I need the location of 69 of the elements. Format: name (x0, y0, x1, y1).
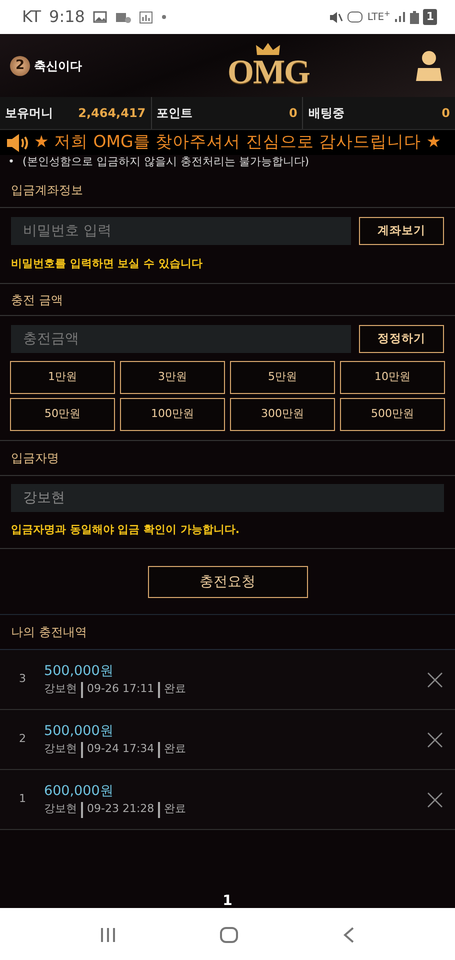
password-field[interactable]: 비밀번호 입력 (11, 217, 351, 245)
section-title: 나의 충전내역 (10, 624, 88, 641)
view-account-button[interactable]: 계좌보기 (359, 217, 444, 245)
image-icon (92, 11, 107, 23)
charge-amount: 500,000원 (44, 662, 115, 682)
amount-preset-button[interactable]: 50만원 (10, 398, 115, 431)
section-title: 충전 금액 (10, 292, 64, 308)
charge-time: 09-26 17:11 (87, 681, 154, 698)
sim-badge: 1 (423, 8, 437, 26)
notice-text: ★ 저희 OMG를 찾아주셔서 진심으로 감사드립니다 ★ (34, 131, 442, 154)
balance-value: 0 (442, 105, 450, 122)
chart-icon (138, 10, 154, 24)
level-badge: 2 (10, 56, 30, 76)
amount-preset-button[interactable]: 500만원 (340, 398, 445, 431)
charge-status: 완료 (164, 681, 186, 698)
notice-subtext: (본인성함으로 입금하지 않을시 충전처리는 불가능합니다) (22, 155, 310, 170)
site-logo[interactable]: OMG (228, 56, 310, 90)
amount-preset-button[interactable]: 3만원 (120, 361, 225, 394)
video-icon (114, 10, 131, 24)
close-icon[interactable] (427, 790, 443, 808)
close-icon[interactable] (427, 670, 443, 688)
amount-preset-button[interactable]: 100만원 (120, 398, 225, 431)
home-icon[interactable] (219, 926, 240, 944)
charge-status: 완료 (164, 741, 186, 758)
clock-time: 9:18 (49, 6, 85, 28)
depositor-name: 강보현 (44, 681, 77, 698)
row-index: 1 (18, 791, 27, 808)
user-icon[interactable] (414, 50, 443, 82)
battery-icon (410, 10, 420, 24)
amount-preset-button[interactable]: 1만원 (10, 361, 115, 394)
username: 축신이다 (34, 58, 82, 74)
amount-preset-button[interactable]: 5만원 (230, 361, 335, 394)
charge-status: 완료 (164, 801, 186, 818)
amount-field[interactable]: 충전금액 (11, 325, 351, 353)
amount-preset-button[interactable]: 10만원 (340, 361, 445, 394)
balance-label: 보유머니 (5, 105, 53, 122)
bullet-mark: • (8, 155, 14, 170)
hint-text: 입금자명과 동일해야 입금 확인이 가능합니다. (10, 522, 240, 538)
speaker-icon (6, 132, 30, 152)
depositor-name: 강보현 (44, 741, 77, 758)
page-number[interactable]: 1 (222, 894, 232, 908)
carrier-name: KT (22, 6, 42, 28)
balance-value: 2,464,417 (78, 105, 146, 122)
section-title: 입금계좌정보 (10, 182, 84, 198)
dot-icon (162, 15, 166, 19)
balance-value: 0 (288, 105, 298, 122)
charge-time: 09-24 17:34 (87, 741, 154, 758)
charge-amount: 600,000원 (44, 782, 115, 802)
balance-label: 배팅중 (308, 105, 344, 122)
hd-icon (347, 11, 364, 23)
crown-icon (255, 42, 282, 56)
recent-apps-icon[interactable] (99, 927, 118, 943)
section-title: 입금자명 (10, 450, 60, 467)
row-index: 3 (18, 671, 27, 688)
row-index: 2 (18, 731, 27, 748)
charge-time: 09-23 21:28 (87, 801, 154, 818)
network-type: LTE$^{+}$ (367, 10, 390, 24)
charge-amount: 500,000원 (44, 722, 115, 742)
signal-icon (394, 11, 406, 23)
depositor-name: 강보현 (44, 801, 77, 818)
close-icon[interactable] (427, 730, 443, 748)
charge-request-button[interactable]: 충전요청 (148, 566, 308, 598)
balance-label: 포인트 (156, 105, 193, 122)
mute-icon (329, 10, 344, 24)
hint-text: 비밀번호를 입력하면 보실 수 있습니다 (10, 256, 204, 272)
amount-preset-button[interactable]: 300만원 (230, 398, 335, 431)
depositor-name-field[interactable]: 강보현 (11, 484, 444, 512)
reset-button[interactable]: 정정하기 (359, 325, 444, 353)
back-icon[interactable] (342, 926, 356, 944)
